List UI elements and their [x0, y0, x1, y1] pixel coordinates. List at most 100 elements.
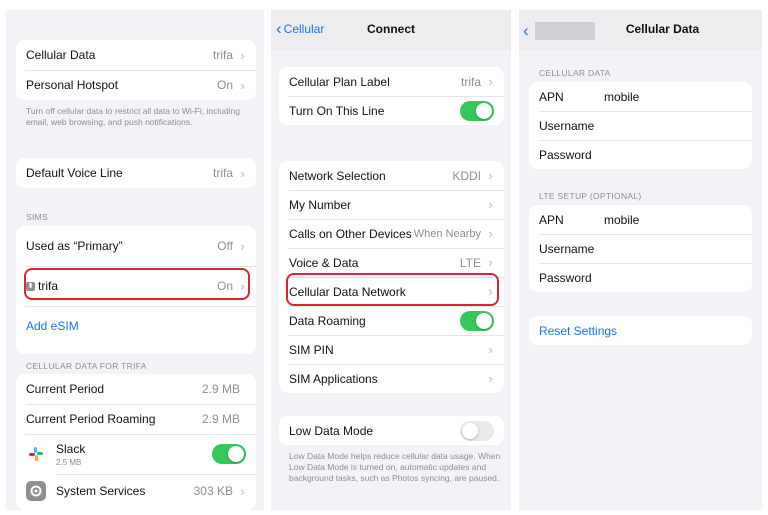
cellular-data-network-panel: Cellular Data ‹ CELLULAR DATA APN mobile…: [519, 10, 762, 510]
turn-on-line-row: Turn On This Line: [279, 96, 504, 125]
apn-value[interactable]: mobile: [604, 90, 639, 104]
chevron-right-icon: ›: [488, 371, 493, 386]
slack-row: Slack 2.5 MB: [16, 434, 256, 474]
network-selection-label: Network Selection: [289, 168, 386, 183]
back-label: Cellular: [283, 22, 325, 36]
data-roaming-label: Data Roaming: [289, 313, 366, 328]
chevron-right-icon: ›: [240, 47, 245, 63]
primary-row[interactable]: Used as “Primary” Off ›: [16, 226, 256, 266]
current-period-row: Current Period 2.9 MB: [16, 374, 256, 404]
plan-card: Cellular Plan Label trifa › Turn On This…: [279, 67, 504, 125]
add-esim-button[interactable]: Add eSIM: [16, 319, 256, 333]
add-esim-row[interactable]: Add eSIM: [16, 311, 256, 341]
password-row[interactable]: Password: [529, 140, 752, 169]
my-number-label: My Number: [289, 197, 352, 212]
low-data-label: Low Data Mode: [289, 423, 374, 438]
default-voice-card: Default Voice Line trifa ›: [16, 158, 256, 188]
my-number-row[interactable]: My Number ›: [279, 190, 504, 219]
apn-label: APN: [539, 89, 564, 104]
cellular-settings-panel: Cellular Data trifa › Personal Hotspot O…: [6, 10, 264, 510]
low-data-toggle[interactable]: [460, 420, 494, 441]
low-data-row: Low Data Mode: [279, 416, 504, 445]
reset-settings-button[interactable]: Reset Settings: [529, 324, 617, 338]
sim-pin-row[interactable]: SIM PIN ›: [279, 335, 504, 364]
current-period-label: Current Period: [26, 382, 105, 396]
current-period-value: 2.9 MB: [201, 382, 240, 396]
turn-on-line-toggle[interactable]: [460, 100, 494, 121]
back-button[interactable]: ‹: [523, 22, 595, 40]
connect-panel: Connect ‹ Cellular Cellular Plan Label t…: [271, 10, 511, 510]
lte-username-row[interactable]: Username: [529, 234, 752, 263]
system-services-value: 303 KB: [193, 484, 233, 498]
default-voice-value: trifa: [212, 166, 233, 180]
system-services-row[interactable]: System Services 303 KB ›: [16, 474, 256, 508]
data-roaming-toggle[interactable]: [460, 310, 494, 331]
sim-applications-label: SIM Applications: [289, 371, 378, 386]
highlight-box: [286, 273, 499, 306]
sim-applications-row[interactable]: SIM Applications ›: [279, 364, 504, 393]
cellular-data-footer: Turn off cellular data to restrict all d…: [26, 106, 241, 127]
network-selection-row[interactable]: Network Selection KDDI ›: [279, 161, 504, 190]
current-roaming-label: Current Period Roaming: [26, 412, 156, 426]
lte-password-label: Password: [539, 270, 592, 285]
reset-card: Reset Settings: [529, 316, 752, 345]
back-button[interactable]: ‹ Cellular: [276, 19, 325, 38]
cellular-top-card: Cellular Data trifa › Personal Hotspot O…: [16, 40, 256, 100]
calls-other-devices-row[interactable]: Calls on Other Devices When Nearby ›: [279, 219, 504, 248]
cellular-data-header: CELLULAR DATA: [539, 68, 611, 78]
chevron-right-icon: ›: [488, 168, 493, 183]
username-row[interactable]: Username: [529, 111, 752, 140]
apn-row[interactable]: APN mobile: [529, 82, 752, 111]
chevron-right-icon: ›: [240, 238, 245, 254]
chevron-right-icon: ›: [488, 74, 493, 89]
slack-usage: 2.5 MB: [56, 457, 82, 467]
reset-row[interactable]: Reset Settings: [529, 316, 752, 345]
default-voice-row[interactable]: Default Voice Line trifa ›: [16, 158, 256, 188]
personal-hotspot-row[interactable]: Personal Hotspot On ›: [16, 70, 256, 100]
chevron-right-icon: ›: [488, 342, 493, 357]
plan-value: trifa: [460, 74, 481, 89]
slack-toggle[interactable]: [212, 444, 246, 464]
slack-label-wrap: Slack 2.5 MB: [46, 442, 212, 467]
cellular-data-row[interactable]: Cellular Data trifa ›: [16, 40, 256, 70]
chevron-left-icon: ‹: [523, 21, 529, 40]
low-data-footer: Low Data Mode helps reduce cellular data…: [289, 451, 501, 483]
chevron-right-icon: ›: [240, 77, 245, 93]
chevron-right-icon: ›: [240, 165, 245, 181]
lte-password-row[interactable]: Password: [529, 263, 752, 292]
toggle-knob: [462, 422, 478, 439]
voice-data-label: Voice & Data: [289, 255, 359, 270]
personal-hotspot-label: Personal Hotspot: [26, 78, 119, 92]
toggle-knob: [228, 446, 244, 462]
highlight-box: [24, 268, 250, 300]
calls-other-devices-label: Calls on Other Devices: [289, 226, 412, 241]
apn-card: APN mobile Username Password: [529, 82, 752, 169]
username-label: Username: [539, 118, 595, 133]
slack-label: Slack: [56, 441, 86, 456]
current-roaming-row: Current Period Roaming 2.9 MB: [16, 404, 256, 434]
nav-bar: Cellular Data ‹: [519, 10, 762, 50]
system-services-label: System Services: [56, 484, 146, 498]
plan-label: Cellular Plan Label: [289, 74, 390, 89]
toggle-knob: [476, 102, 492, 119]
lte-username-label: Username: [539, 241, 595, 256]
chevron-left-icon: ‹: [276, 19, 282, 38]
data-roaming-row: Data Roaming: [279, 306, 504, 335]
lte-card: APN mobile Username Password: [529, 205, 752, 292]
cellular-data-for-trifa-header: CELLULAR DATA FOR TRIFA: [26, 361, 147, 371]
chevron-right-icon: ›: [488, 226, 493, 241]
personal-hotspot-value: On: [216, 78, 233, 92]
sim-pin-label: SIM PIN: [289, 342, 334, 357]
data-usage-card: Current Period 2.9 MB Current Period Roa…: [16, 374, 256, 510]
turn-on-line-label: Turn On This Line: [289, 103, 385, 118]
voice-data-value: LTE: [459, 255, 481, 270]
lte-apn-value[interactable]: mobile: [604, 213, 639, 227]
lte-apn-row[interactable]: APN mobile: [529, 205, 752, 234]
default-voice-label: Default Voice Line: [26, 166, 123, 180]
low-data-card: Low Data Mode: [279, 416, 504, 445]
calls-other-devices-value: When Nearby: [413, 227, 481, 240]
primary-label: Used as “Primary”: [26, 239, 123, 253]
divider: [26, 306, 256, 307]
lte-apn-label: APN: [539, 212, 564, 227]
plan-label-row[interactable]: Cellular Plan Label trifa ›: [279, 67, 504, 96]
